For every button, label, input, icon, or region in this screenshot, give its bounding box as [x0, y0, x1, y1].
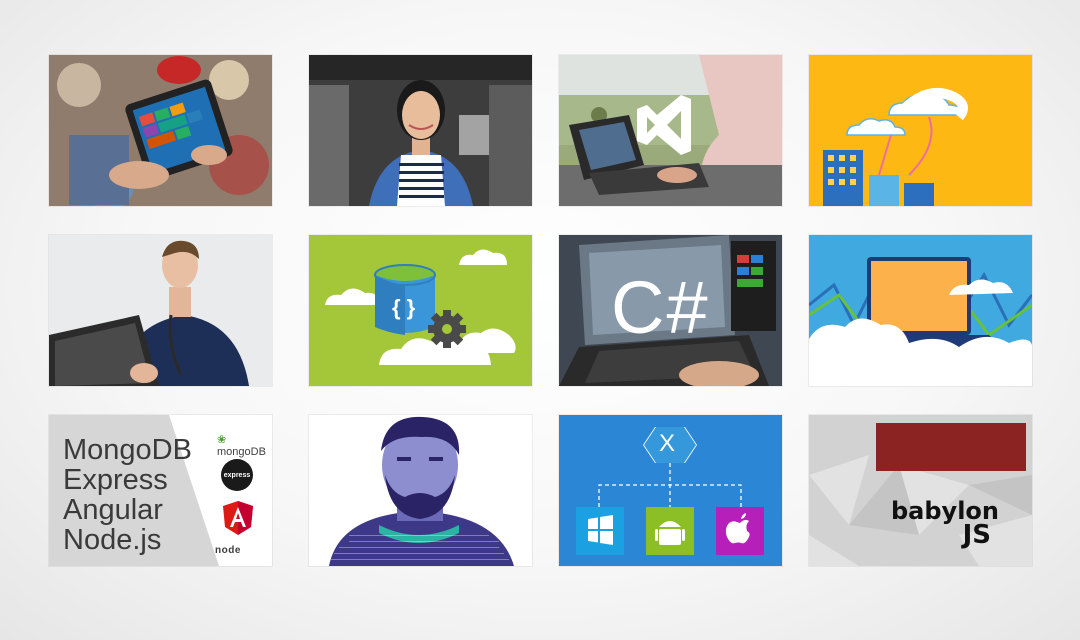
tile-visual-studio[interactable] — [559, 55, 782, 206]
tile-tablet-painting[interactable] — [49, 55, 272, 206]
azure-data-cloud-image: { } — [309, 235, 532, 386]
gear-icon — [428, 310, 466, 348]
tile-azure-data-cloud[interactable]: { } — [309, 235, 532, 386]
tile-mean-stack[interactable]: MongoDB Express Angular Node.js ❀ mongoD… — [49, 415, 272, 566]
babylonjs-logo: babylon JS — [891, 497, 999, 550]
tile-babylonjs[interactable]: babylon JS — [809, 415, 1032, 566]
windows-icon — [576, 507, 624, 555]
cloud-laptop-image — [809, 235, 1032, 386]
tile-cloud-city[interactable] — [809, 55, 1032, 206]
xamarin-logo: X — [659, 430, 676, 457]
tile-xamarin[interactable]: X — [559, 415, 782, 566]
mean-line-mongodb: MongoDB — [63, 434, 192, 466]
babylon-banner — [876, 423, 1026, 471]
tile-woman-portrait[interactable] — [309, 55, 532, 206]
mongodb-logo: ❀ mongoDB — [217, 434, 266, 458]
tile-csharp[interactable]: C# — [559, 235, 782, 386]
svg-text:{ }: { } — [392, 295, 416, 320]
cloud-city-image — [809, 55, 1032, 206]
tile-cloud-laptop[interactable] — [809, 235, 1032, 386]
tablet-painting-image — [49, 55, 272, 206]
android-icon — [646, 507, 694, 555]
express-logo: express — [221, 459, 253, 491]
mean-line-nodejs: Node.js — [63, 524, 162, 556]
angular-icon — [223, 501, 253, 535]
mean-line-angular: Angular — [63, 494, 163, 526]
woman-portrait-image — [309, 55, 532, 206]
visual-studio-image — [559, 55, 782, 206]
mean-line-express: Express — [63, 464, 168, 496]
doctor-laptop-image — [49, 235, 272, 386]
nodejs-logo: node — [215, 545, 241, 556]
tile-doctor-laptop[interactable] — [49, 235, 272, 386]
csharp-label: C# — [611, 266, 710, 349]
mean-stack-list: MongoDB Express Angular Node.js — [63, 435, 192, 555]
bearded-man-illustration — [309, 415, 532, 566]
tile-bearded-man[interactable] — [309, 415, 532, 566]
apple-icon — [716, 507, 764, 555]
